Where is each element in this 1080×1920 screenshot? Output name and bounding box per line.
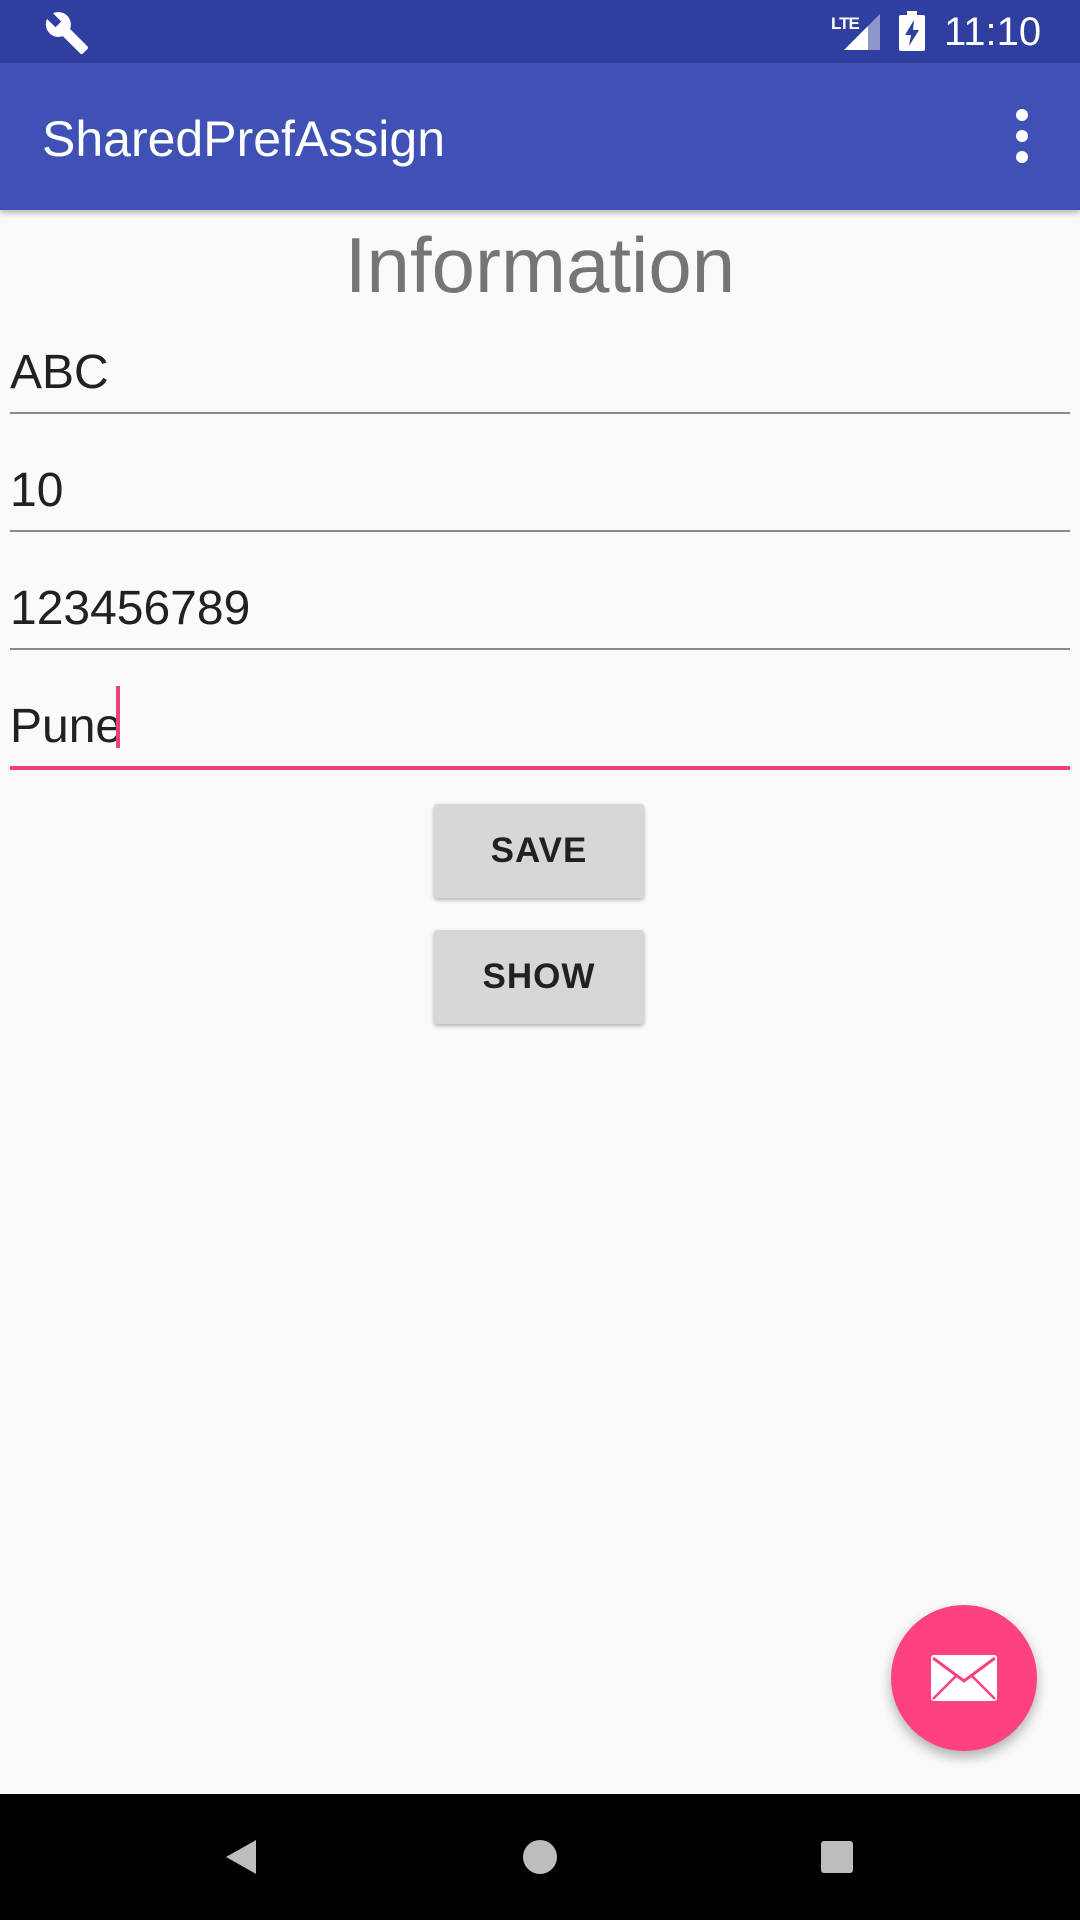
city-field[interactable] xyxy=(10,680,1070,770)
email-fab[interactable] xyxy=(891,1605,1037,1751)
app-title: SharedPrefAssign xyxy=(42,111,446,167)
app-bar: SharedPrefAssign xyxy=(0,63,1080,210)
phone-input[interactable] xyxy=(10,578,1070,638)
status-bar: LTE 11:10 xyxy=(0,0,1080,63)
name-input[interactable] xyxy=(10,342,1070,402)
navigation-bar xyxy=(0,1794,1080,1920)
city-input[interactable] xyxy=(10,696,1070,756)
battery-charging-icon xyxy=(899,11,925,51)
name-field[interactable] xyxy=(10,326,1070,414)
back-icon[interactable] xyxy=(216,1832,266,1882)
wrench-icon xyxy=(45,12,89,55)
phone-field[interactable] xyxy=(10,562,1070,650)
show-button[interactable]: SHOW xyxy=(434,930,644,1024)
text-cursor xyxy=(116,686,120,748)
age-input[interactable] xyxy=(10,460,1070,520)
age-field[interactable] xyxy=(10,444,1070,532)
page-title: Information xyxy=(344,221,736,309)
recents-icon[interactable] xyxy=(812,1832,862,1882)
signal-icon xyxy=(844,14,880,50)
more-vert-icon[interactable] xyxy=(1000,103,1044,169)
email-icon xyxy=(931,1655,997,1701)
save-button[interactable]: SAVE xyxy=(434,804,644,898)
clock: 11:10 xyxy=(944,10,1042,54)
home-icon[interactable] xyxy=(515,1832,565,1882)
